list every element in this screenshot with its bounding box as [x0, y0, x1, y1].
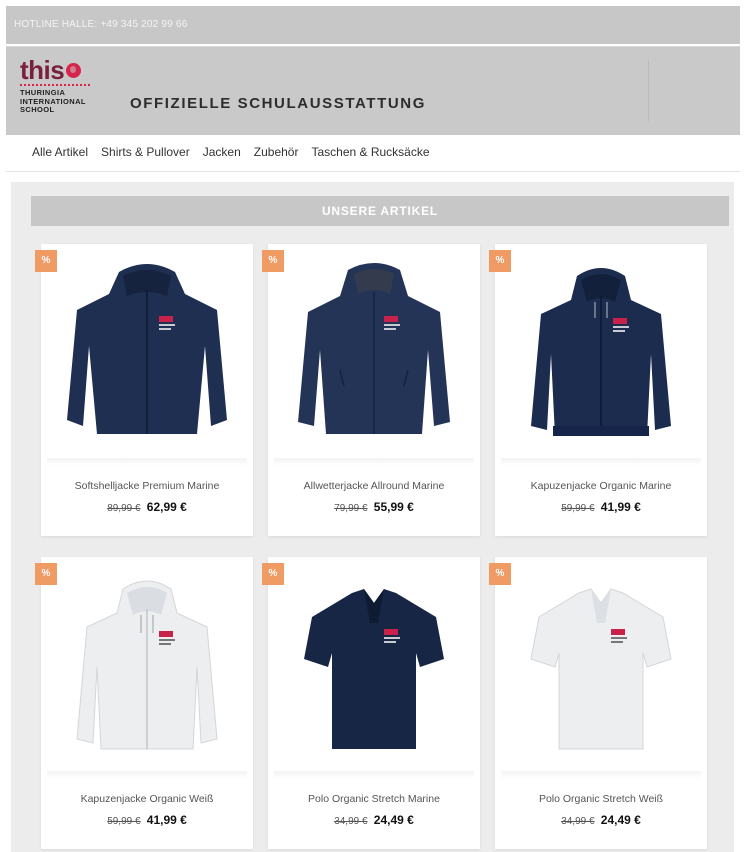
- globe-icon: [66, 63, 82, 78]
- category-nav: Alle Artikel Shirts & Pullover Jacken Zu…: [32, 142, 443, 164]
- product-card[interactable]: % Polo Organic Stretch Marine 34,99 € 24…: [262, 557, 480, 849]
- sale-price: 24,49 €: [600, 813, 641, 827]
- polo-white-icon: [530, 588, 672, 750]
- discount-badge: %: [35, 250, 57, 272]
- product-price: 34,99 € 24,49 €: [495, 813, 707, 827]
- hoodie-jacket-navy-icon: [531, 268, 671, 436]
- product-name[interactable]: Kapuzenjacke Organic Weiß: [41, 793, 253, 805]
- product-price: 59,99 € 41,99 €: [41, 813, 253, 827]
- sale-price: 24,49 €: [373, 813, 414, 827]
- product-price: 79,99 € 55,99 €: [268, 500, 480, 514]
- discount-badge: %: [262, 563, 284, 585]
- product-section: UNSERE ARTIKEL % Softshelljacke Premium …: [11, 182, 734, 852]
- product-name[interactable]: Polo Organic Stretch Marine: [268, 793, 480, 805]
- polo-navy-icon: [304, 589, 444, 749]
- product-card[interactable]: % Polo Organic Stretch Weiß 34,99 € 24,4…: [489, 557, 707, 849]
- discount-badge: %: [489, 250, 511, 272]
- old-price: 59,99 €: [107, 816, 141, 827]
- old-price: 59,99 €: [561, 503, 595, 514]
- page-title: OFFIZIELLE SCHULAUSSTATTUNG: [130, 95, 426, 112]
- school-logo[interactable]: this THURINGIA INTERNATIONAL SCHOOL: [20, 55, 120, 129]
- header-divider: [648, 61, 649, 121]
- product-name[interactable]: Allwetterjacke Allround Marine: [268, 480, 480, 492]
- sale-price: 41,99 €: [146, 813, 187, 827]
- sale-price: 62,99 €: [146, 500, 187, 514]
- section-heading: UNSERE ARTIKEL: [31, 196, 729, 226]
- product-name[interactable]: Kapuzenjacke Organic Marine: [495, 480, 707, 492]
- page: HOTLINE HALLE: +49 345 202 99 66 this TH…: [0, 0, 746, 852]
- nav-item-zubehoer[interactable]: Zubehör: [254, 142, 299, 164]
- sale-price: 55,99 €: [373, 500, 414, 514]
- product-price: 59,99 € 41,99 €: [495, 500, 707, 514]
- old-price: 34,99 €: [334, 816, 368, 827]
- allweather-jacket-icon: [298, 263, 450, 434]
- nav-item-shirts-pullover[interactable]: Shirts & Pullover: [101, 142, 190, 164]
- product-price: 89,99 € 62,99 €: [41, 500, 253, 514]
- site-header: this THURINGIA INTERNATIONAL SCHOOL OFFI…: [6, 46, 740, 135]
- product-card[interactable]: % Kapuzenjacke Organic Weiß 59,99 € 41,9…: [35, 557, 253, 849]
- old-price: 89,99 €: [107, 503, 141, 514]
- sale-price: 41,99 €: [600, 500, 641, 514]
- old-price: 79,99 €: [334, 503, 368, 514]
- discount-badge: %: [35, 563, 57, 585]
- product-card[interactable]: % Allwetterjacke Allround Marine 79,99 €…: [262, 244, 480, 536]
- nav-item-jacken[interactable]: Jacken: [203, 142, 241, 164]
- product-name[interactable]: Softshelljacke Premium Marine: [41, 480, 253, 492]
- old-price: 34,99 €: [561, 816, 595, 827]
- logo-wordmark: this: [20, 55, 65, 85]
- nav-item-taschen-rucksaecke[interactable]: Taschen & Rucksäcke: [311, 142, 429, 164]
- discount-badge: %: [262, 250, 284, 272]
- product-card[interactable]: % Kapuzenjacke Organic Marine 59,99 € 41…: [489, 244, 707, 536]
- product-price: 34,99 € 24,49 €: [268, 813, 480, 827]
- hoodie-jacket-white-icon: [76, 580, 218, 750]
- hotline-bar: HOTLINE HALLE: +49 345 202 99 66: [6, 6, 740, 44]
- product-name[interactable]: Polo Organic Stretch Weiß: [495, 793, 707, 805]
- nav-item-alle-artikel[interactable]: Alle Artikel: [32, 142, 88, 164]
- product-card[interactable]: % Softshelljacke Premium Marine 89,99 € …: [35, 244, 253, 536]
- discount-badge: %: [489, 563, 511, 585]
- nav-divider: [6, 171, 740, 172]
- logo-subline-3: SCHOOL: [20, 105, 55, 114]
- softshell-jacket-icon: [67, 264, 227, 434]
